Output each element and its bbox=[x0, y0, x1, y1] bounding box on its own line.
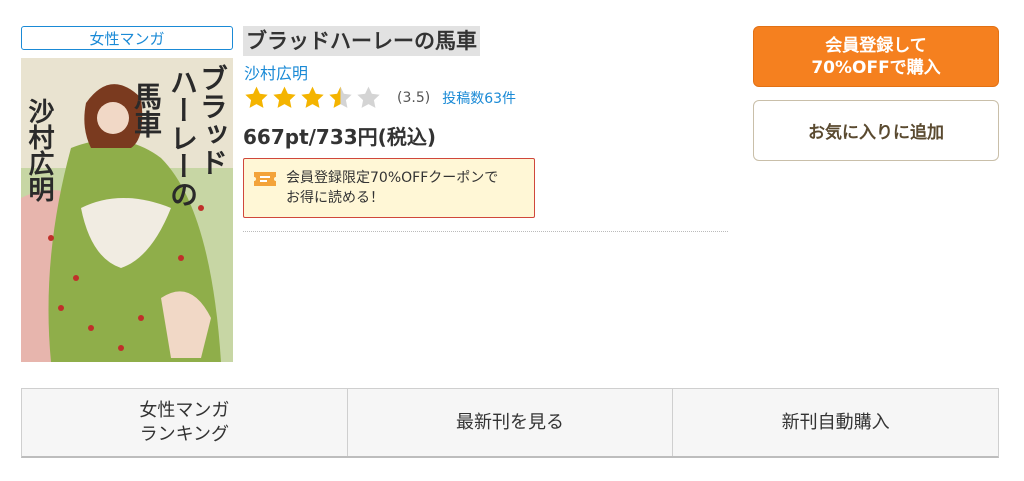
coupon-line-2: お得に読める！ bbox=[286, 190, 384, 206]
ranking-link-line-1: 女性マンガ bbox=[139, 399, 230, 421]
auto-purchase-link[interactable]: 新刊自動購入 bbox=[673, 389, 998, 456]
star-icon bbox=[273, 86, 296, 108]
rating-value: (3.5) bbox=[397, 90, 431, 106]
cover-author-text: 沙村広明 bbox=[24, 98, 54, 202]
favorite-button-label: お気に入りに追加 bbox=[808, 123, 944, 143]
cover-title-text-2: ハーレーの bbox=[166, 68, 199, 208]
star-icon bbox=[301, 86, 324, 108]
star-empty-icon bbox=[357, 86, 380, 108]
author-link[interactable]: 沙村広明 bbox=[244, 60, 308, 84]
coupon-banner[interactable]: 会員登録限定70%OFFクーポンで お得に読める！ bbox=[243, 158, 535, 218]
star-icon bbox=[245, 86, 268, 108]
book-title: ブラッドハーレーの馬車 bbox=[243, 26, 480, 56]
divider bbox=[243, 231, 728, 232]
auto-purchase-label: 新刊自動購入 bbox=[781, 411, 890, 433]
coupon-ticket-icon bbox=[254, 172, 276, 186]
price: 667pt/733円(税込) bbox=[243, 125, 436, 149]
coupon-text: 会員登録限定70%OFFクーポンで お得に読める！ bbox=[286, 168, 498, 208]
cover-title-text-1: ブラッド bbox=[196, 64, 229, 176]
register-button-line-1: 会員登録して bbox=[825, 35, 927, 56]
bottom-nav: 女性マンガ ランキング 最新刊を見る 新刊自動購入 bbox=[21, 388, 999, 458]
ranking-link-line-2: ランキング bbox=[139, 423, 230, 445]
genre-tag-label: 女性マンガ bbox=[89, 29, 165, 48]
ranking-link[interactable]: 女性マンガ ランキング bbox=[22, 389, 348, 456]
book-cover-image[interactable]: ブラッド ハーレーの 馬車 沙村広明 bbox=[21, 58, 233, 362]
star-half-icon bbox=[329, 86, 352, 108]
coupon-line-1: 会員登録限定70%OFFクーポンで bbox=[286, 170, 499, 186]
register-button-line-2: 70%OFFで購入 bbox=[811, 57, 941, 78]
cover-title-text-3: 馬車 bbox=[130, 82, 163, 138]
review-count-link[interactable]: 投稿数63件 bbox=[442, 88, 516, 108]
latest-volume-link[interactable]: 最新刊を見る bbox=[348, 389, 674, 456]
genre-tag[interactable]: 女性マンガ bbox=[21, 26, 233, 50]
register-purchase-button[interactable]: 会員登録して 70%OFFで購入 bbox=[753, 26, 999, 87]
rating-row: (3.5) 投稿数63件 bbox=[243, 85, 516, 111]
latest-volume-label: 最新刊を見る bbox=[456, 411, 564, 433]
star-rating bbox=[243, 85, 383, 111]
add-favorite-button[interactable]: お気に入りに追加 bbox=[753, 100, 999, 161]
